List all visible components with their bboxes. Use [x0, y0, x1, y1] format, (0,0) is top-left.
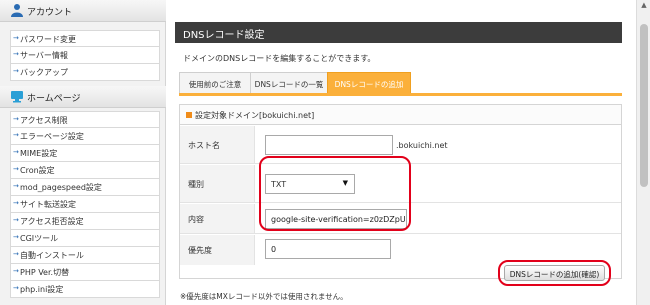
sidebar: アカウント → パスワード変更 → サーバー情報 → バックアップ ホームページ… [0, 0, 166, 305]
sidebar-item-site-redirect[interactable]: → サイト転送設定 [10, 196, 160, 213]
type-label: 種別 [188, 180, 204, 189]
arrow-right-icon: → [13, 284, 19, 292]
arrow-right-icon: → [13, 50, 19, 58]
content-label: 内容 [188, 215, 204, 224]
arrow-right-icon: → [13, 267, 19, 275]
sidebar-item-label: パスワード変更 [20, 35, 76, 44]
page-title: DNSレコード設定 [183, 30, 265, 41]
arrow-right-icon: → [13, 115, 19, 123]
panel-title: 設定対象ドメイン[bokuichi.net] [195, 111, 315, 120]
add-dns-record-button-label: DNSレコードの追加(確認) [509, 270, 600, 279]
sidebar-item-label: MIME設定 [20, 149, 58, 158]
add-dns-record-button[interactable]: DNSレコードの追加(確認) [504, 265, 605, 281]
sidebar-item-label: php.ini設定 [20, 285, 64, 294]
content-label-cell: 内容 [180, 204, 255, 233]
sidebar-section-account: アカウント [0, 0, 166, 22]
sidebar-item-password[interactable]: → パスワード変更 [10, 30, 160, 47]
arrow-right-icon: → [13, 165, 19, 173]
page-title-bar: DNSレコード設定 [175, 22, 622, 43]
priority-value: 0 [271, 245, 277, 254]
sidebar-item-cgi-tools[interactable]: → CGIツール [10, 230, 160, 247]
sidebar-item-label: アクセス制限 [20, 116, 68, 125]
sidebar-item-label: エラーページ設定 [20, 132, 84, 141]
main-content: DNSレコード設定 ドメインのDNSレコードを編集することができます。 使用前の… [170, 0, 630, 305]
tab-dns-add[interactable]: DNSレコードの追加 [327, 72, 411, 94]
sidebar-item-cron[interactable]: → Cron設定 [10, 162, 160, 179]
priority-label-cell: 優先度 [180, 235, 255, 265]
sidebar-item-label: サーバー情報 [20, 51, 68, 60]
scrollbar[interactable]: ▲ [636, 0, 650, 305]
sidebar-item-access-restriction[interactable]: → アクセス制限 [10, 111, 160, 128]
sidebar-item-label: CGIツール [20, 234, 59, 243]
tab-underline [179, 93, 622, 96]
scroll-up-arrow-icon[interactable]: ▲ [639, 1, 649, 11]
tab-label: DNSレコードの一覧 [254, 80, 324, 89]
sidebar-item-access-deny[interactable]: → アクセス拒否設定 [10, 213, 160, 230]
sidebar-item-label: mod_pagespeed設定 [20, 183, 102, 192]
sidebar-section-account-title: アカウント [27, 8, 73, 18]
domain-suffix: .bokuichi.net [396, 141, 448, 150]
sidebar-item-backup[interactable]: → バックアップ [10, 64, 160, 81]
scrollbar-thumb[interactable] [640, 24, 648, 187]
highlight-type-content [259, 156, 411, 231]
sidebar-item-php-version[interactable]: → PHP Ver.切替 [10, 264, 160, 281]
sidebar-item-server-info[interactable]: → サーバー情報 [10, 47, 160, 64]
priority-input[interactable]: 0 [265, 239, 391, 259]
sidebar-item-label: サイト転送設定 [20, 200, 76, 209]
arrow-right-icon: → [13, 67, 19, 75]
host-label: ホスト名 [188, 141, 220, 150]
sidebar-item-label: バックアップ [20, 68, 68, 77]
sidebar-item-label: 自動インストール [20, 251, 84, 260]
sidebar-section-homepage-title: ホームページ [27, 94, 81, 104]
page-description: ドメインのDNSレコードを編集することができます。 [183, 54, 376, 63]
arrow-right-icon: → [13, 216, 19, 224]
tab-usage-notes[interactable]: 使用前のご注意 [179, 72, 251, 94]
arrow-right-icon: → [13, 250, 19, 258]
priority-label: 優先度 [188, 246, 212, 255]
arrow-right-icon: → [13, 182, 19, 190]
user-icon [11, 4, 23, 17]
priority-note: ※優先度はMXレコード以外では使用されません。 [180, 292, 348, 301]
arrow-right-icon: → [13, 148, 19, 156]
tab-label: DNSレコードの追加 [334, 80, 404, 89]
arrow-right-icon: → [13, 131, 19, 139]
monitor-icon [11, 91, 23, 103]
arrow-right-icon: → [13, 233, 19, 241]
sidebar-item-label: PHP Ver.切替 [20, 268, 70, 277]
sidebar-item-label: Cron設定 [20, 166, 55, 175]
sidebar-item-mod-pagespeed[interactable]: → mod_pagespeed設定 [10, 179, 160, 196]
type-label-cell: 種別 [180, 165, 255, 202]
arrow-right-icon: → [13, 34, 19, 42]
tab-dns-list[interactable]: DNSレコードの一覧 [250, 72, 328, 94]
sidebar-item-mime[interactable]: → MIME設定 [10, 145, 160, 162]
tab-label: 使用前のご注意 [188, 80, 242, 89]
sidebar-item-error-page[interactable]: → エラーページ設定 [10, 128, 160, 145]
orange-square-icon [186, 112, 192, 118]
arrow-right-icon: → [13, 199, 19, 207]
sidebar-item-label: アクセス拒否設定 [20, 217, 84, 226]
host-label-cell: ホスト名 [180, 126, 255, 163]
sidebar-section-homepage: ホームページ [0, 86, 166, 108]
panel-header: 設定対象ドメイン[bokuichi.net] [180, 105, 621, 125]
sidebar-item-php-ini[interactable]: → php.ini設定 [10, 281, 160, 298]
host-name-input[interactable] [265, 135, 393, 155]
sidebar-item-auto-install[interactable]: → 自動インストール [10, 247, 160, 264]
